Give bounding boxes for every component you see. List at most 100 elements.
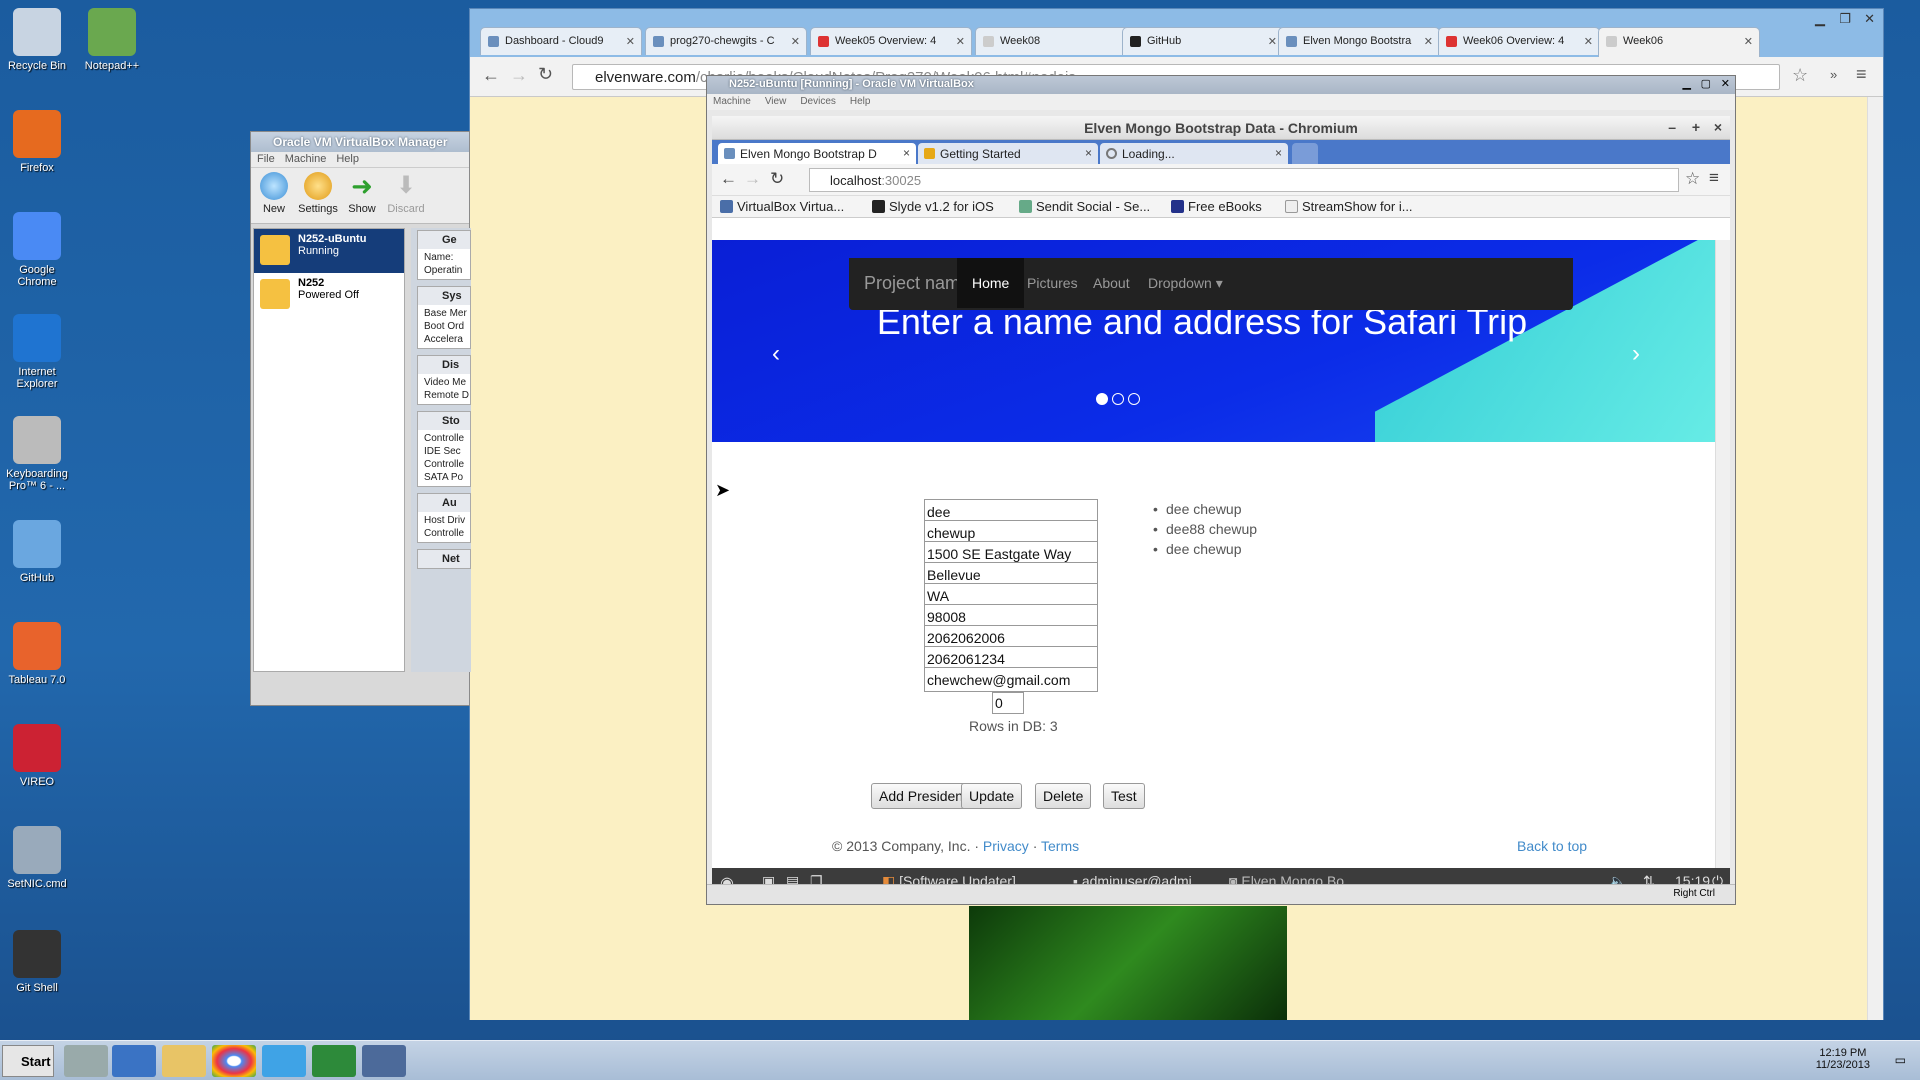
maximize-icon[interactable]: + bbox=[1692, 119, 1700, 135]
close-tab-icon[interactable]: ✕ bbox=[1584, 35, 1593, 48]
bookmark-item[interactable]: Sendit Social - Se... bbox=[1019, 199, 1150, 214]
desktop-shortcut[interactable]: Tableau 7.0 bbox=[0, 622, 74, 686]
navbar-brand[interactable]: Project name bbox=[864, 273, 970, 294]
privacy-link[interactable]: Privacy bbox=[983, 838, 1029, 854]
menu-icon[interactable]: ≡ bbox=[1709, 168, 1719, 188]
nav-pictures[interactable]: Pictures bbox=[1027, 275, 1078, 291]
outer-tab[interactable]: prog270-chewgits - C ✕ bbox=[645, 27, 807, 55]
desktop-shortcut[interactable]: SetNIC.cmd bbox=[0, 826, 74, 890]
desktop-shortcut[interactable]: Google Chrome bbox=[0, 212, 74, 288]
ie-icon[interactable] bbox=[262, 1045, 306, 1077]
menu-machine[interactable]: Machine bbox=[713, 96, 751, 107]
show-button[interactable]: ➜ Show bbox=[341, 172, 383, 215]
close-icon[interactable]: × bbox=[1714, 119, 1722, 135]
desktop-shortcut[interactable]: Firefox bbox=[0, 110, 74, 174]
close-tab-icon[interactable]: ✕ bbox=[1744, 35, 1753, 48]
close-tab-icon[interactable]: ✕ bbox=[791, 35, 800, 48]
close-tab-icon[interactable]: ✕ bbox=[956, 35, 965, 48]
chromium-tab-active[interactable]: Elven Mongo Bootstrap D × bbox=[718, 143, 916, 165]
close-icon[interactable]: ✕ bbox=[1721, 77, 1730, 90]
section-title[interactable]: Ge bbox=[418, 231, 470, 249]
notification-icon[interactable]: ▭ bbox=[1895, 1053, 1906, 1067]
forward-icon[interactable]: → bbox=[510, 65, 528, 86]
desktop-shortcut[interactable]: GitHub bbox=[0, 520, 74, 584]
close-tab-icon[interactable]: ✕ bbox=[1268, 35, 1277, 48]
menu-icon[interactable]: ≡ bbox=[1856, 64, 1867, 85]
back-to-top-link[interactable]: Back to top bbox=[1517, 838, 1587, 854]
menu-machine[interactable]: Machine bbox=[285, 153, 327, 165]
new-tab-button[interactable] bbox=[1292, 143, 1318, 165]
server-manager-icon[interactable] bbox=[64, 1045, 108, 1077]
reload-icon[interactable]: ↻ bbox=[770, 169, 784, 189]
star-icon[interactable]: ☆ bbox=[1792, 65, 1808, 86]
add-president-button[interactable]: Add President bbox=[871, 783, 975, 809]
desktop-shortcut[interactable]: Git Shell bbox=[0, 930, 74, 994]
outer-scrollbar[interactable] bbox=[1867, 97, 1883, 1020]
menu-file[interactable]: File bbox=[257, 153, 275, 165]
carousel-next-icon[interactable]: › bbox=[1632, 340, 1640, 368]
close-tab-icon[interactable]: × bbox=[903, 146, 910, 160]
section-title[interactable]: Sys bbox=[418, 287, 470, 305]
section-title[interactable]: Au bbox=[418, 494, 470, 512]
desktop-shortcut[interactable]: VIREO bbox=[0, 724, 74, 788]
settings-button[interactable]: Settings bbox=[297, 172, 339, 215]
more-icon[interactable]: » bbox=[1830, 67, 1837, 82]
menu-help[interactable]: Help bbox=[336, 153, 359, 165]
section-title[interactable]: Dis bbox=[418, 356, 470, 374]
outer-tab[interactable]: Week08✕ bbox=[975, 27, 1137, 55]
forward-icon[interactable]: → bbox=[744, 169, 761, 189]
star-icon[interactable]: ☆ bbox=[1685, 169, 1700, 189]
virtualbox-icon[interactable] bbox=[362, 1045, 406, 1077]
desktop-shortcut[interactable]: Keyboarding Pro™ 6 - ... bbox=[0, 416, 74, 492]
outer-tab[interactable]: Dashboard - Cloud9 ✕ bbox=[480, 27, 642, 55]
menu-devices[interactable]: Devices bbox=[800, 96, 836, 107]
carousel-indicator-active[interactable] bbox=[1096, 393, 1108, 405]
back-icon[interactable]: ← bbox=[482, 65, 500, 86]
test-button[interactable]: Test bbox=[1103, 783, 1145, 809]
outer-tab[interactable]: GitHub ✕ bbox=[1122, 27, 1284, 55]
reload-icon[interactable]: ↻ bbox=[538, 64, 553, 85]
notepadpp-icon[interactable] bbox=[312, 1045, 356, 1077]
desktop-shortcut[interactable]: Internet Explorer bbox=[0, 314, 74, 390]
bookmark-item[interactable]: StreamShow for i... bbox=[1285, 199, 1413, 214]
close-tab-icon[interactable]: ✕ bbox=[626, 35, 635, 48]
menu-help[interactable]: Help bbox=[850, 96, 871, 107]
update-button[interactable]: Update bbox=[961, 783, 1023, 809]
vm-item[interactable]: N252 Powered Off bbox=[254, 273, 404, 317]
bookmark-item[interactable]: Free eBooks bbox=[1171, 199, 1262, 214]
carousel-indicator[interactable] bbox=[1112, 393, 1124, 405]
minimize-icon[interactable]: ▁ bbox=[1683, 77, 1691, 90]
minimize-icon[interactable]: – bbox=[1668, 119, 1676, 135]
email-input[interactable] bbox=[924, 667, 1098, 692]
explorer-icon[interactable] bbox=[162, 1045, 206, 1077]
outer-tab[interactable]: Week05 Overview: 4 ✕ bbox=[810, 27, 972, 55]
outer-tab[interactable]: Elven Mongo Bootstra ✕ bbox=[1278, 27, 1440, 55]
section-title[interactable]: Sto bbox=[418, 412, 470, 430]
close-tab-icon[interactable]: × bbox=[1085, 146, 1092, 160]
chromium-address-bar[interactable]: localhost:30025 bbox=[809, 168, 1679, 192]
desktop-shortcut[interactable]: Notepad++ bbox=[75, 8, 149, 72]
nav-about[interactable]: About bbox=[1093, 275, 1130, 291]
terms-link[interactable]: Terms bbox=[1041, 838, 1079, 854]
chrome-icon[interactable] bbox=[212, 1045, 256, 1077]
outer-tab[interactable]: Week06 Overview: 4 ✕ bbox=[1438, 27, 1600, 55]
chromium-tab[interactable]: Loading... × bbox=[1100, 143, 1288, 165]
outer-tab-active[interactable]: Week06 ✕ bbox=[1598, 27, 1760, 57]
delete-button[interactable]: Delete bbox=[1035, 783, 1092, 809]
nav-home[interactable]: Home bbox=[957, 258, 1025, 308]
bookmark-item[interactable]: VirtualBox Virtua... bbox=[720, 199, 844, 214]
index-stepper[interactable] bbox=[992, 692, 1024, 714]
new-button[interactable]: New bbox=[253, 172, 295, 215]
bookmark-item[interactable]: Slyde v1.2 for iOS bbox=[872, 199, 994, 214]
carousel-indicator[interactable] bbox=[1128, 393, 1140, 405]
desktop-shortcut[interactable]: Recycle Bin bbox=[0, 8, 74, 72]
chromium-tab[interactable]: Getting Started × bbox=[918, 143, 1098, 165]
start-button[interactable]: Start bbox=[2, 1045, 54, 1077]
back-icon[interactable]: ← bbox=[720, 169, 737, 189]
menu-view[interactable]: View bbox=[765, 96, 787, 107]
discard-button[interactable]: ⬇ Discard bbox=[385, 172, 427, 215]
nav-dropdown[interactable]: Dropdown ▾ bbox=[1148, 275, 1223, 292]
system-clock[interactable]: 12:19 PM 11/23/2013 bbox=[1816, 1047, 1870, 1071]
section-title[interactable]: Net bbox=[418, 550, 470, 568]
maximize-icon[interactable]: ▢ bbox=[1701, 77, 1711, 90]
